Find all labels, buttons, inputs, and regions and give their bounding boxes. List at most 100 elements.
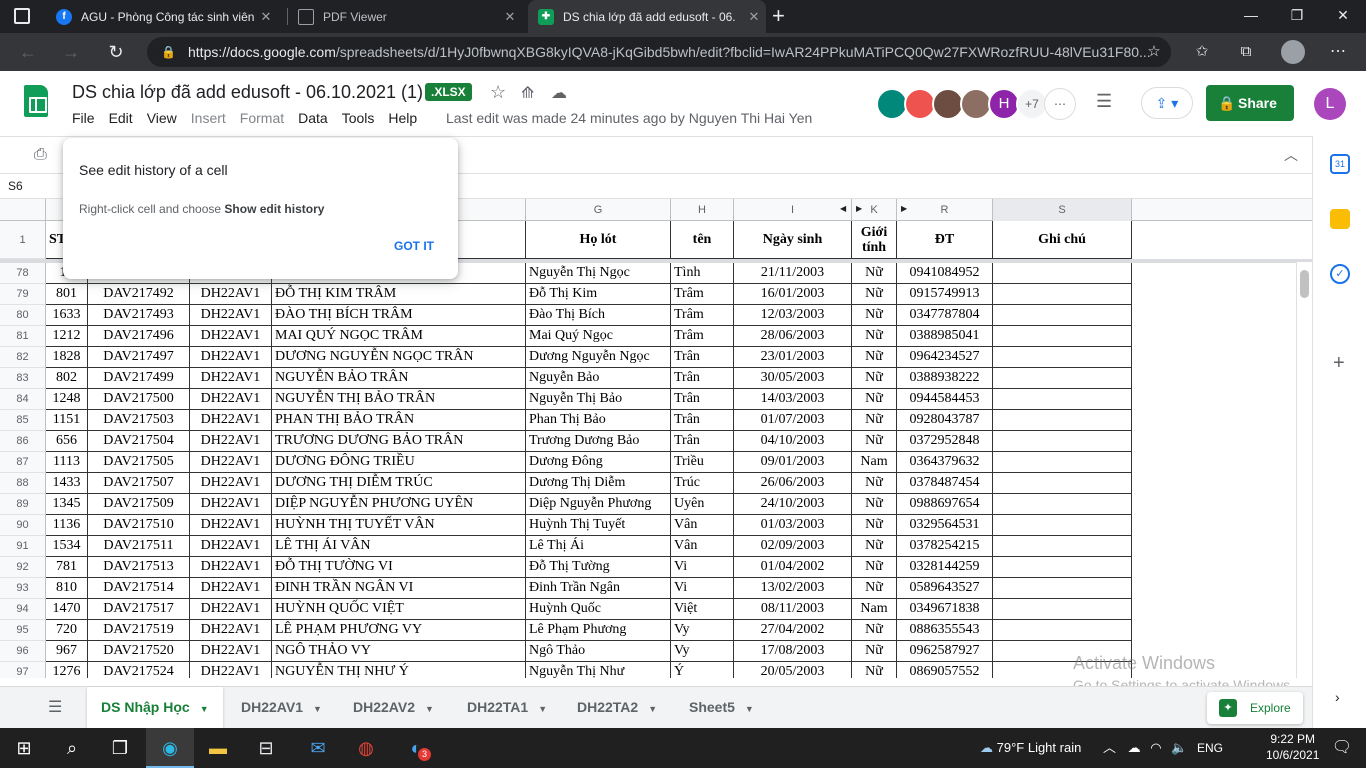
cell-holot[interactable]: Diệp Nguyễn Phương: [526, 494, 671, 515]
cell-ghi-chu[interactable]: [993, 557, 1132, 578]
menu-edit[interactable]: Edit: [109, 110, 133, 126]
cell-lop[interactable]: DH22AV1: [190, 515, 272, 536]
cell-lop[interactable]: DH22AV1: [190, 578, 272, 599]
favorite-add-icon[interactable]: ☆: [1140, 38, 1168, 66]
cell-gt[interactable]: Nữ: [852, 620, 897, 641]
show-side-panel-icon[interactable]: ›: [1335, 689, 1340, 705]
cell-ten[interactable]: Trâm: [671, 284, 734, 305]
cell-dt[interactable]: 0347787804: [897, 305, 993, 326]
cell-lop[interactable]: DH22AV1: [190, 410, 272, 431]
cell-ghi-chu[interactable]: [993, 305, 1132, 326]
onedrive-icon[interactable]: ☁: [1128, 740, 1141, 755]
cell-msv[interactable]: DAV217499: [88, 368, 190, 389]
cell-lop[interactable]: DH22AV1: [190, 452, 272, 473]
cell-hoten[interactable]: DƯƠNG THỊ DIỄM TRÚC: [272, 473, 526, 494]
cell-ghi-chu[interactable]: [993, 620, 1132, 641]
menu-file[interactable]: File: [72, 110, 95, 126]
row-header[interactable]: 93: [0, 578, 46, 599]
cell-holot[interactable]: Nguyễn Thị Như: [526, 662, 671, 678]
cell-hoten[interactable]: PHAN THỊ BẢO TRÂN: [272, 410, 526, 431]
cell-ten[interactable]: Trân: [671, 368, 734, 389]
collaborators-chat-icon[interactable]: ⋯: [1044, 88, 1076, 120]
sheet-tab[interactable]: DH22TA1 ▼: [453, 687, 561, 729]
cell-hoten[interactable]: ĐINH TRẦN NGÂN VI: [272, 578, 526, 599]
cell-gt[interactable]: Nữ: [852, 410, 897, 431]
cell-ns[interactable]: 12/03/2003: [734, 305, 852, 326]
menu-insert[interactable]: Insert: [191, 110, 226, 126]
cell-holot[interactable]: Dương Thị Diễm: [526, 473, 671, 494]
cell-lop[interactable]: DH22AV1: [190, 620, 272, 641]
cell-gt[interactable]: Nữ: [852, 389, 897, 410]
lock-icon[interactable]: 🔒: [161, 37, 176, 67]
cell-hoten[interactable]: ĐỖ THỊ TƯỜNG VI: [272, 557, 526, 578]
cell-ten[interactable]: Vi: [671, 578, 734, 599]
cell-hoten[interactable]: NGUYỄN THỊ BẢO TRÂN: [272, 389, 526, 410]
cell-holot[interactable]: Dương Đông: [526, 452, 671, 473]
cell-gt[interactable]: Nữ: [852, 578, 897, 599]
cell-stt[interactable]: 1248: [46, 389, 88, 410]
cell-holot[interactable]: Lê Phạm Phương: [526, 620, 671, 641]
cell-ten[interactable]: Vi: [671, 557, 734, 578]
explore-button[interactable]: ✦ Explore: [1207, 692, 1303, 724]
cell-msv[interactable]: DAV217493: [88, 305, 190, 326]
row-header[interactable]: 80: [0, 305, 46, 326]
cell-ten[interactable]: Trân: [671, 410, 734, 431]
column-header-i[interactable]: I: [734, 199, 852, 221]
cell-ten[interactable]: Triều: [671, 452, 734, 473]
cell-gt[interactable]: Nữ: [852, 347, 897, 368]
cell-gt[interactable]: Nữ: [852, 557, 897, 578]
sheet-tab[interactable]: DH22TA2 ▼: [563, 687, 671, 729]
caret-down-icon[interactable]: ▼: [648, 704, 657, 714]
column-header-h[interactable]: H: [671, 199, 734, 221]
store-icon[interactable]: ⊟: [242, 728, 290, 768]
profile-avatar[interactable]: [1281, 40, 1305, 64]
cell-lop[interactable]: DH22AV1: [190, 389, 272, 410]
present-button[interactable]: ⇪ ▾: [1141, 87, 1193, 119]
cell-msv[interactable]: DAV217513: [88, 557, 190, 578]
url-input[interactable]: 🔒 https://docs.google.com/spreadsheets/d…: [147, 37, 1171, 67]
menu-tools[interactable]: Tools: [342, 110, 375, 126]
cell-msv[interactable]: DAV217492: [88, 284, 190, 305]
new-tab-icon[interactable]: +: [772, 3, 785, 29]
hidden-columns-right-icon[interactable]: ▶: [856, 204, 862, 213]
cell-ns[interactable]: 21/11/2003: [734, 263, 852, 284]
get-addons-icon[interactable]: +: [1333, 352, 1345, 375]
browser-tab-agu[interactable]: f AGU - Phòng Công tác sinh viên ✕: [46, 0, 278, 33]
cell-dt[interactable]: 0388985041: [897, 326, 993, 347]
cell-hoten[interactable]: NGÔ THẢO VY: [272, 641, 526, 662]
cell-lop[interactable]: DH22AV1: [190, 326, 272, 347]
row-header[interactable]: 86: [0, 431, 46, 452]
cell-hoten[interactable]: MAI QUÝ NGỌC TRÂM: [272, 326, 526, 347]
cell-ten[interactable]: Trân: [671, 431, 734, 452]
sheets-logo-icon[interactable]: [24, 85, 48, 117]
cell-hoten[interactable]: HUỲNH THỊ TUYẾT VÂN: [272, 515, 526, 536]
cell-hoten[interactable]: NGUYỄN THỊ NHƯ Ý: [272, 662, 526, 678]
cloud-status-icon[interactable]: ☁: [551, 83, 567, 103]
wifi-icon[interactable]: ◠: [1150, 740, 1161, 755]
cell-ghi-chu[interactable]: [993, 494, 1132, 515]
cell-ghi-chu[interactable]: [993, 578, 1132, 599]
cell-holot[interactable]: Đỗ Thị Kim: [526, 284, 671, 305]
header-ngay-sinh[interactable]: Ngày sinh: [734, 221, 852, 259]
cell-ten[interactable]: Vy: [671, 641, 734, 662]
row-header[interactable]: 87: [0, 452, 46, 473]
cell-stt[interactable]: 801: [46, 284, 88, 305]
cell-ten[interactable]: Vân: [671, 536, 734, 557]
cell-hoten[interactable]: LÊ PHẠM PHƯƠNG VY: [272, 620, 526, 641]
reload-icon[interactable]: ↻: [102, 38, 130, 66]
cell-stt[interactable]: 1433: [46, 473, 88, 494]
cell-ghi-chu[interactable]: [993, 473, 1132, 494]
row-header[interactable]: 81: [0, 326, 46, 347]
cell-dt[interactable]: 0886355543: [897, 620, 993, 641]
cell-ghi-chu[interactable]: [993, 347, 1132, 368]
forward-icon[interactable]: →: [57, 38, 85, 66]
minimize-icon[interactable]: —: [1228, 0, 1274, 33]
cell-lop[interactable]: DH22AV1: [190, 536, 272, 557]
cell-dt[interactable]: 0329564531: [897, 515, 993, 536]
close-icon[interactable]: ✕: [742, 9, 766, 25]
name-box[interactable]: S6: [8, 179, 23, 193]
cell-lop[interactable]: DH22AV1: [190, 494, 272, 515]
vertical-scrollbar[interactable]: [1296, 262, 1312, 678]
cell-msv[interactable]: DAV217507: [88, 473, 190, 494]
cell-lop[interactable]: DH22AV1: [190, 368, 272, 389]
